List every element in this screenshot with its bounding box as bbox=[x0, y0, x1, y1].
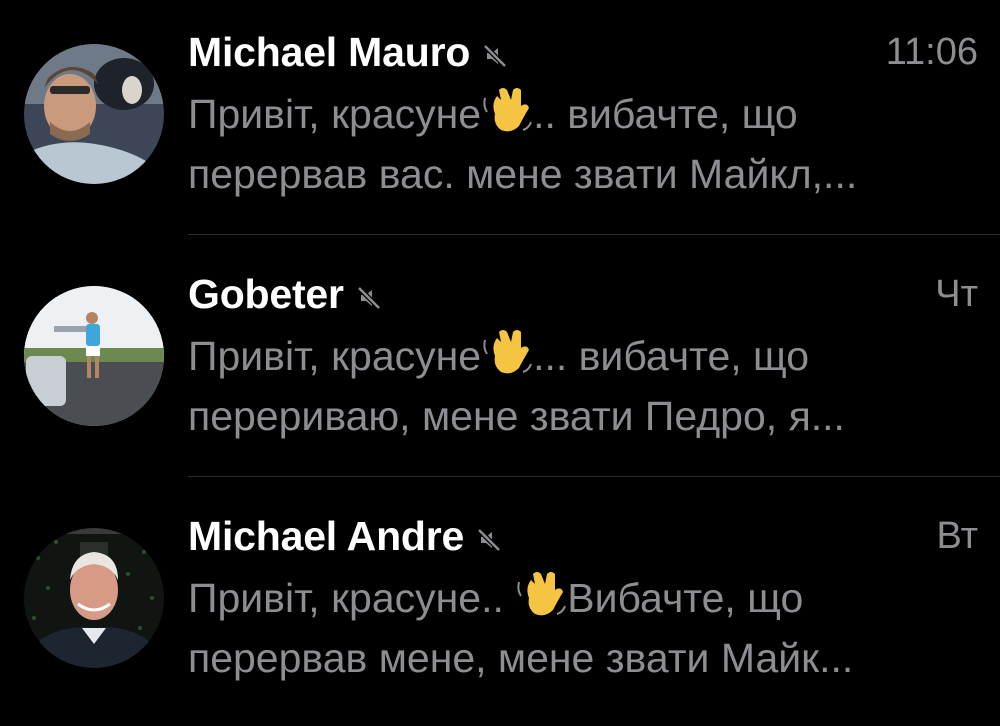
avatar-photo bbox=[24, 528, 164, 668]
preview-line-2: перервав вас. мене звати Майкл,... bbox=[188, 151, 858, 197]
chat-row-gobeter[interactable]: Gobeter Чт Привіт, красуне ... вибачте, щ… bbox=[0, 266, 1000, 506]
muted-bell-icon bbox=[474, 525, 504, 555]
name-line: Michael Andre bbox=[188, 508, 504, 564]
muted-bell-icon bbox=[480, 41, 510, 71]
waving-hand-icon bbox=[515, 568, 567, 620]
message-preview: Привіт, красуне ... вибачте, що перериваю… bbox=[188, 326, 978, 446]
preview-text: .. вибачте, що bbox=[533, 91, 798, 137]
name-line: Michael Mauro bbox=[188, 24, 510, 80]
avatar[interactable] bbox=[24, 286, 164, 426]
message-preview: Привіт, красуне.. Вибачте, що перервав м… bbox=[188, 568, 978, 688]
avatar-photo bbox=[24, 286, 164, 426]
preview-text: ... вибачте, що bbox=[533, 333, 810, 379]
chat-row-michael-andre[interactable]: Michael Andre Вт Привіт, красуне.. Вибач… bbox=[0, 508, 1000, 726]
divider bbox=[188, 476, 1000, 477]
muted-bell-icon bbox=[354, 283, 384, 313]
preview-line-1: Привіт, красуне ... вибачте, що bbox=[188, 326, 978, 386]
avatar[interactable] bbox=[24, 528, 164, 668]
preview-text: Вибачте, що bbox=[567, 575, 804, 621]
preview-line-2: перериваю, мене звати Педро, я... bbox=[188, 393, 845, 439]
preview-line-1: Привіт, красуне .. вибачте, що bbox=[188, 84, 978, 144]
contact-name: Michael Mauro bbox=[188, 28, 471, 75]
avatar-photo bbox=[24, 44, 164, 184]
contact-name: Michael Andre bbox=[188, 512, 465, 559]
contact-name: Gobeter bbox=[188, 270, 344, 317]
timestamp: Чт bbox=[935, 273, 978, 315]
preview-line-1: Привіт, красуне.. Вибачте, що bbox=[188, 568, 978, 628]
preview-text: Привіт, красуне.. bbox=[188, 575, 516, 621]
divider bbox=[188, 234, 1000, 235]
message-preview: Привіт, красуне .. вибачте, що перервав в… bbox=[188, 84, 978, 204]
preview-text: Привіт, красуне bbox=[188, 333, 482, 379]
chat-row-michael-mauro[interactable]: Michael Mauro 11:06 Привіт, красуне .. ви… bbox=[0, 24, 1000, 264]
preview-line-2: перервав мене, мене звати Майк... bbox=[188, 635, 854, 681]
waving-hand-icon bbox=[481, 84, 533, 136]
name-line: Gobeter bbox=[188, 266, 384, 322]
timestamp: Вт bbox=[936, 515, 979, 557]
waving-hand-icon bbox=[481, 326, 533, 378]
avatar[interactable] bbox=[24, 44, 164, 184]
timestamp: 11:06 bbox=[885, 31, 978, 73]
preview-text: Привіт, красуне bbox=[188, 91, 482, 137]
chat-list: Michael Mauro 11:06 Привіт, красуне .. ви… bbox=[0, 0, 1000, 726]
